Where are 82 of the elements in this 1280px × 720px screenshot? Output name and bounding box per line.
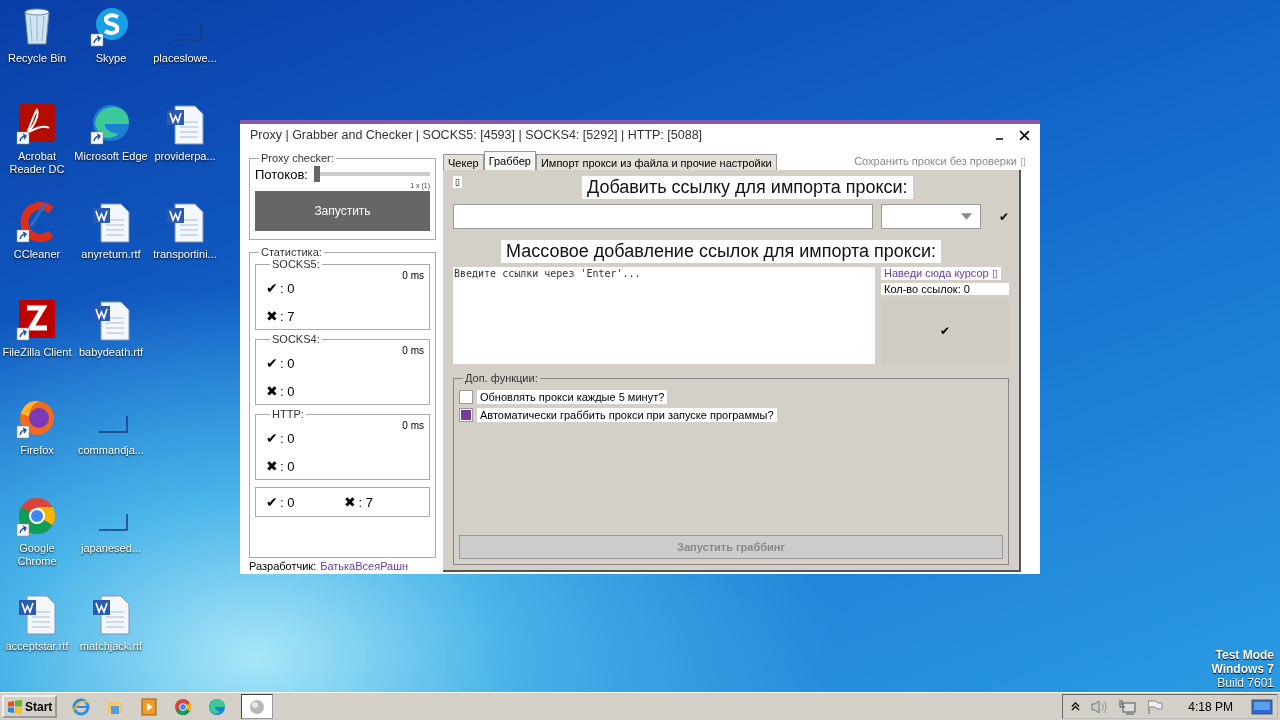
chevron-up-icon[interactable] xyxy=(1071,702,1081,711)
tab[interactable]: Граббер xyxy=(483,151,536,170)
start-button[interactable]: Запустить xyxy=(255,191,430,231)
ie-icon xyxy=(71,696,92,717)
icon-label: Microsoft Edge xyxy=(74,150,148,163)
icon-label: Recycle Bin xyxy=(7,52,67,65)
icon-label: matchjack.rtf xyxy=(79,640,143,653)
system-notice: Windows 7 xyxy=(1211,662,1274,676)
system-notice: Test Mode xyxy=(1215,648,1274,662)
tab[interactable]: Импорт прокси из файла и прочие настройки xyxy=(535,154,777,170)
start-button[interactable]: Start xyxy=(2,695,58,718)
protocol-label: SOCKS5: xyxy=(272,258,320,270)
dropdown-arrow-icon xyxy=(961,213,972,220)
links-field[interactable]: Введите ссылки через 'Enter'... xyxy=(453,267,875,364)
chrome-icon xyxy=(173,696,194,717)
section-heading: Добавить ссылку для импорта прокси: xyxy=(582,176,913,199)
cross-mark: ✖ xyxy=(266,383,278,399)
group-label: Доп. функции: xyxy=(465,372,538,384)
hover-hint[interactable]: Наведи сюда курсор ▯ xyxy=(881,267,1001,280)
bad-count: : 7 xyxy=(358,494,373,510)
cross-mark: ✖ xyxy=(344,494,357,510)
icon-label: transportini... xyxy=(153,248,217,261)
developer-link[interactable]: БатькаВсеяРашн xyxy=(320,560,409,572)
good-count: : 0 xyxy=(280,280,295,296)
icon-label: Firefox xyxy=(20,444,54,457)
good-count: : 0 xyxy=(280,494,295,510)
add-links-button[interactable]: ✔ xyxy=(881,298,1009,364)
system-notice: Build 7601 xyxy=(1217,676,1274,690)
protocol-label: SOCKS4: xyxy=(272,333,320,345)
icon-label: acceptstar.rtf xyxy=(5,640,69,653)
clock[interactable]: 4:18 PM xyxy=(1188,699,1233,714)
cross-mark: ✖ xyxy=(266,308,278,324)
media-taskbar-button[interactable] xyxy=(139,695,160,718)
icon-label: CCleaner xyxy=(13,248,61,261)
icon-label: Google Chrome xyxy=(16,542,58,568)
latency-value: 0 ms xyxy=(402,270,424,281)
section-heading: Массовое добавление ссылок для импорта прокси: xyxy=(501,240,941,263)
type-dropdown[interactable] xyxy=(881,204,981,229)
check-mark: ✔ xyxy=(266,280,278,296)
network-icon[interactable] xyxy=(1118,698,1137,715)
icon-label: placeslowe... xyxy=(153,52,217,65)
windows-logo-icon xyxy=(7,698,23,715)
checkbox[interactable] xyxy=(459,408,473,422)
icon-label: babydeath.rtf xyxy=(78,346,144,359)
developer-label: Разработчик: xyxy=(249,560,317,572)
icon-label: Skype xyxy=(95,52,127,65)
cross-mark: ✖ xyxy=(266,458,278,474)
small-box[interactable]: ▯ xyxy=(453,176,462,188)
bad-count: : 7 xyxy=(280,308,295,324)
bad-count: : 0 xyxy=(280,458,295,474)
good-count: : 0 xyxy=(280,430,295,446)
threads-label: Потоков: xyxy=(255,166,308,182)
add-check-button[interactable]: ✔ xyxy=(999,209,1009,224)
check-mark: ✔ xyxy=(266,494,278,510)
icon-label: providerpa... xyxy=(154,150,216,163)
option-label: Автоматически граббить прокси при запуске программы? xyxy=(477,408,777,422)
latency-value: 0 ms xyxy=(402,420,424,431)
icon-label: Acrobat Reader DC xyxy=(8,150,66,176)
group-label: Proxy checker: xyxy=(261,152,334,164)
latency-value: 0 ms xyxy=(402,345,424,356)
tab[interactable]: Чекер xyxy=(443,154,484,170)
icon-label: anyreturn.rtf xyxy=(81,248,141,261)
slider-thumb[interactable] xyxy=(313,166,320,182)
icon-label: japanesed... xyxy=(81,542,141,555)
globe-taskbar-button[interactable] xyxy=(241,694,274,719)
protocol-label: HTTP: xyxy=(272,408,304,420)
check-mark: ✔ xyxy=(266,430,278,446)
icon-label: FileZilla Client xyxy=(2,346,72,359)
show-desktop-icon[interactable] xyxy=(1251,697,1273,716)
edge-icon xyxy=(207,696,228,717)
option-label: Обновлять прокси каждые 5 минут? xyxy=(477,390,668,404)
bad-count: : 0 xyxy=(280,383,295,399)
close-icon[interactable] xyxy=(1019,129,1030,141)
group-label: Статистика: xyxy=(261,246,322,258)
url-field[interactable] xyxy=(453,204,873,229)
check-mark: ✔ xyxy=(266,355,278,371)
links-count: Кол-во ссылок: 0 xyxy=(881,283,1009,295)
window-title: Proxy | Grabber and Checker | SOCKS5: [4593] | SOCKS4: [5292] | HTTP: [5088] xyxy=(250,128,704,142)
media-icon xyxy=(139,696,160,717)
good-count: : 0 xyxy=(280,355,295,371)
icon-label: commandja... xyxy=(78,444,144,457)
checkbox[interactable] xyxy=(459,390,473,404)
